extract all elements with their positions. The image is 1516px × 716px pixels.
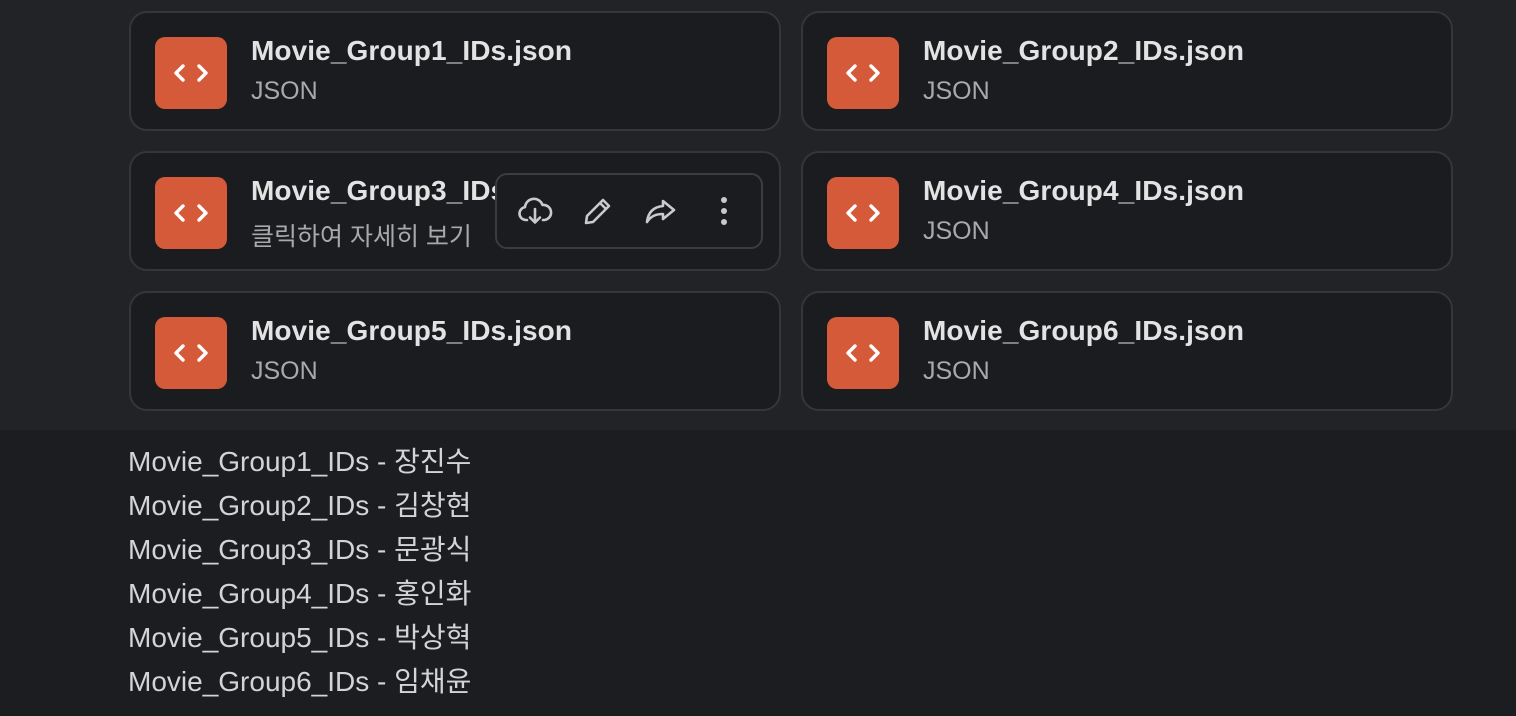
file-card-group2[interactable]: Movie_Group2_IDs.json JSON bbox=[801, 11, 1453, 131]
edit-button[interactable] bbox=[572, 185, 624, 237]
message-text: Movie_Group1_IDs - 장진수 Movie_Group2_IDs … bbox=[128, 440, 471, 704]
file-type: JSON bbox=[251, 357, 318, 385]
file-name: Movie_Group1_IDs.json bbox=[251, 35, 573, 66]
share-button[interactable] bbox=[635, 185, 687, 237]
file-card-group6[interactable]: Movie_Group6_IDs.json JSON bbox=[801, 291, 1453, 411]
file-card-group3[interactable]: Movie_Group3_IDs.json 클릭하여 자세히 보기 bbox=[129, 151, 781, 271]
file-card-group4[interactable]: Movie_Group4_IDs.json JSON bbox=[801, 151, 1453, 271]
file-attachments: Movie_Group1_IDs.json JSON Movie_Group2_… bbox=[0, 0, 1516, 430]
code-file-icon bbox=[155, 177, 227, 249]
code-file-icon bbox=[155, 37, 227, 109]
file-actions-toolbar bbox=[495, 173, 763, 249]
file-type: JSON bbox=[251, 77, 318, 105]
file-type: JSON bbox=[923, 217, 990, 245]
file-name: Movie_Group5_IDs.json bbox=[251, 315, 573, 346]
message-line: Movie_Group6_IDs - 임채윤 bbox=[128, 666, 472, 697]
more-actions-button[interactable] bbox=[698, 185, 750, 237]
message-line: Movie_Group3_IDs - 문광식 bbox=[128, 534, 472, 565]
message-line: Movie_Group5_IDs - 박상혁 bbox=[128, 622, 472, 653]
code-file-icon bbox=[827, 317, 899, 389]
file-name: Movie_Group2_IDs.json bbox=[923, 35, 1245, 66]
file-type: JSON bbox=[923, 357, 990, 385]
more-vertical-icon bbox=[720, 197, 727, 225]
file-type: JSON bbox=[923, 77, 990, 105]
edit-pencil-icon bbox=[584, 198, 610, 225]
file-name: Movie_Group4_IDs.json bbox=[923, 175, 1245, 206]
message-line: Movie_Group2_IDs - 김창현 bbox=[128, 490, 472, 521]
code-file-icon bbox=[827, 177, 899, 249]
download-button[interactable] bbox=[509, 185, 561, 237]
file-type: 클릭하여 자세히 보기 bbox=[251, 223, 472, 251]
code-file-icon bbox=[155, 317, 227, 389]
code-file-icon bbox=[827, 37, 899, 109]
download-cloud-icon bbox=[517, 197, 552, 224]
share-forward-icon bbox=[645, 199, 675, 224]
file-card-group1[interactable]: Movie_Group1_IDs.json JSON bbox=[129, 11, 781, 131]
file-name: Movie_Group6_IDs.json bbox=[923, 315, 1245, 346]
message-line: Movie_Group4_IDs - 홍인화 bbox=[128, 578, 472, 609]
message-line: Movie_Group1_IDs - 장진수 bbox=[128, 446, 472, 477]
file-card-group5[interactable]: Movie_Group5_IDs.json JSON bbox=[129, 291, 781, 411]
